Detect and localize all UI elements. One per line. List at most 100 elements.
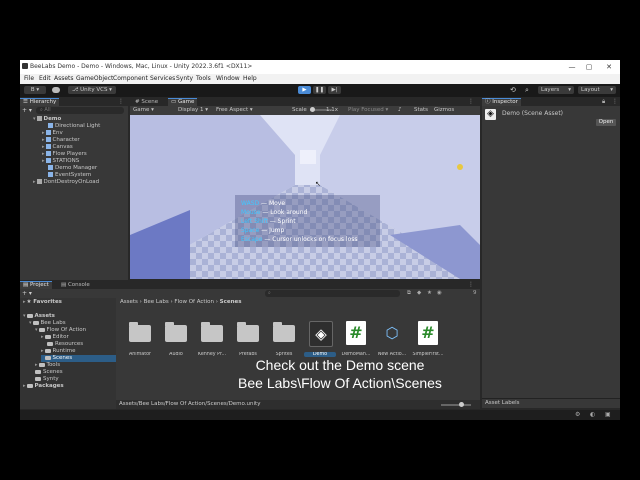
expand-icon[interactable]: ▾ [29, 320, 32, 326]
menu-file[interactable]: File [24, 75, 34, 82]
play-focused-dropdown[interactable]: Play Focused ▾ [348, 107, 388, 113]
tree-item-bee-labs[interactable]: ▾ Bee Labs [29, 320, 66, 327]
hierarchy-item-demo[interactable]: ▾ Demo [33, 116, 61, 123]
pause-button[interactable]: ❚❚ [313, 86, 326, 94]
close-button[interactable]: ✕ [602, 62, 616, 72]
visibility-icon[interactable]: ◉ [437, 290, 442, 296]
menu-synty[interactable]: Synty [176, 75, 193, 82]
menu-tools[interactable]: Tools [196, 75, 211, 82]
minimize-button[interactable]: — [565, 62, 579, 72]
tree-item-favorites[interactable]: ▸★ Favorites [23, 299, 62, 306]
history-icon[interactable]: ⟲ [510, 86, 516, 94]
breadcrumb-item[interactable]: Scenes [220, 299, 242, 305]
asset-script-simple-first[interactable]: # SimpleFirst... [412, 321, 444, 361]
menu-help[interactable]: Help [243, 75, 257, 82]
expand-icon[interactable]: ▸ [42, 144, 45, 150]
add-button[interactable]: + ▾ [22, 107, 32, 114]
expand-icon[interactable]: ▸ [42, 151, 45, 157]
vcs-button[interactable]: ⎇ Unity VCS ▾ [68, 86, 116, 94]
asset-script-demo-manager[interactable]: # DemoMan... [340, 321, 372, 361]
asset-folder-audio[interactable]: Audio [160, 321, 192, 361]
maximize-button[interactable]: ▢ [582, 62, 596, 72]
create-button[interactable]: + ▾ [22, 290, 32, 297]
menu-component[interactable]: Component [113, 75, 148, 82]
more-icon[interactable]: ⋮ [468, 98, 474, 105]
hierarchy-item-eventsystem[interactable]: EventSystem [48, 172, 91, 179]
favorite-icon[interactable]: ★ [427, 290, 432, 296]
hierarchy-item-canvas[interactable]: ▸ Canvas [42, 144, 73, 151]
breadcrumb-item[interactable]: Assets [120, 299, 138, 305]
menu-window[interactable]: Window [216, 75, 240, 82]
search-icon[interactable]: ⌕ [525, 86, 529, 95]
expand-icon[interactable]: ▸ [41, 348, 44, 354]
asset-folder-kenney[interactable]: Kenney Pr... [196, 321, 228, 361]
menu-assets[interactable]: Assets [54, 75, 74, 82]
tree-item-scenes-selected[interactable]: ▸ Scenes [41, 355, 116, 362]
menu-services[interactable]: Services [150, 75, 175, 82]
progress-icon[interactable]: ◐ [590, 411, 595, 418]
hierarchy-item-directional-light[interactable]: Directional Light [48, 123, 100, 130]
aspect-dropdown[interactable]: Free Aspect ▾ [216, 107, 253, 113]
hierarchy-item-env[interactable]: ▸ Env [42, 130, 63, 137]
tree-item-flow-of-action[interactable]: ▾ Flow Of Action [35, 327, 86, 334]
asset-folder-prefabs[interactable]: Prefabs [232, 321, 264, 361]
breadcrumb-item[interactable]: Flow Of Action [174, 299, 214, 305]
expand-icon[interactable]: ▾ [35, 327, 38, 333]
breadcrumb-item[interactable]: Bee Labs [144, 299, 169, 305]
asset-folder-sprites[interactable]: Sprites [268, 321, 300, 361]
step-button[interactable]: ▶| [328, 86, 341, 94]
cloud-icon[interactable] [52, 87, 60, 93]
tree-item-packages[interactable]: ▸ Packages [23, 383, 64, 390]
tree-item-scenes[interactable]: Scenes [35, 369, 63, 376]
expand-icon[interactable]: ▸ [42, 137, 45, 143]
expand-icon[interactable]: ▸ [23, 383, 26, 389]
expand-icon[interactable]: ▸ [41, 334, 44, 340]
hierarchy-item-character[interactable]: ▸ Character [42, 137, 80, 144]
tree-item-tools[interactable]: ▸ Tools [35, 362, 60, 369]
tree-item-resources[interactable]: Resources [47, 341, 83, 348]
icon-size-slider[interactable] [441, 402, 471, 407]
menu-gameobject[interactable]: GameObject [76, 75, 113, 82]
asset-input-actions[interactable]: ⬡ New Actio... [376, 321, 408, 361]
display-dropdown[interactable]: Display 1 ▾ [178, 107, 208, 113]
tab-project[interactable]: ▤ Project [20, 281, 52, 289]
hierarchy-item-stations[interactable]: ▸ STATIONS [42, 158, 79, 165]
asset-scene-demo[interactable]: ◈ Demo [304, 321, 336, 361]
tree-item-editor[interactable]: ▸ Editor [41, 334, 69, 341]
expand-icon[interactable]: ▸ [42, 130, 45, 136]
expand-icon[interactable]: ▸ [23, 299, 26, 305]
expand-icon[interactable]: ▾ [33, 116, 36, 122]
play-button[interactable]: ▶ [298, 86, 311, 94]
asset-labels-header[interactable]: Asset Labels [485, 400, 520, 406]
gizmos-button[interactable]: Gizmos [434, 107, 454, 113]
asset-folder-animator[interactable]: Animator [124, 321, 156, 361]
tree-item-assets[interactable]: ▾ Assets [23, 313, 55, 320]
hierarchy-item-demo-manager[interactable]: Demo Manager [48, 165, 97, 172]
open-button[interactable]: Open [596, 119, 616, 126]
tab-game[interactable]: ▭ Game [168, 98, 198, 106]
tab-inspector[interactable]: ⓘ Inspector [482, 98, 521, 106]
expand-icon[interactable]: ▸ [33, 179, 36, 185]
layout-dropdown[interactable]: Layout ▾ [578, 86, 616, 94]
layers-dropdown[interactable]: Layers ▾ [538, 86, 574, 94]
scale-slider-handle[interactable] [310, 107, 315, 112]
more-icon[interactable]: ⋮ [468, 281, 474, 288]
game-mode-dropdown[interactable]: Game ▾ [133, 107, 154, 113]
project-search-input[interactable]: ⌕ [265, 290, 400, 297]
hierarchy-item-dontdestroyonload[interactable]: ▸ DontDestroyOnLoad [33, 179, 99, 186]
stats-button[interactable]: Stats [414, 107, 428, 113]
lock-icon[interactable]: 🔒︎ [602, 98, 605, 106]
tab-hierarchy[interactable]: ☰ Hierarchy [20, 98, 60, 106]
notifications-icon[interactable]: ▣ [605, 411, 611, 418]
icon-size-slider-handle[interactable] [459, 402, 464, 407]
menu-edit[interactable]: Edit [39, 75, 51, 82]
hierarchy-search-input[interactable]: ⌕ All [36, 107, 124, 114]
hierarchy-item-flow-players[interactable]: ▸ Flow Players [42, 151, 87, 158]
filter-label-icon[interactable]: ◆ [417, 290, 421, 296]
expand-icon[interactable]: ▸ [42, 158, 45, 164]
more-icon[interactable]: ⋮ [118, 98, 124, 105]
expand-icon[interactable]: ▸ [35, 362, 38, 368]
mute-icon[interactable]: ♪ [398, 107, 402, 113]
expand-icon[interactable]: ▾ [23, 313, 26, 319]
tree-item-synty[interactable]: Synty [35, 376, 59, 383]
